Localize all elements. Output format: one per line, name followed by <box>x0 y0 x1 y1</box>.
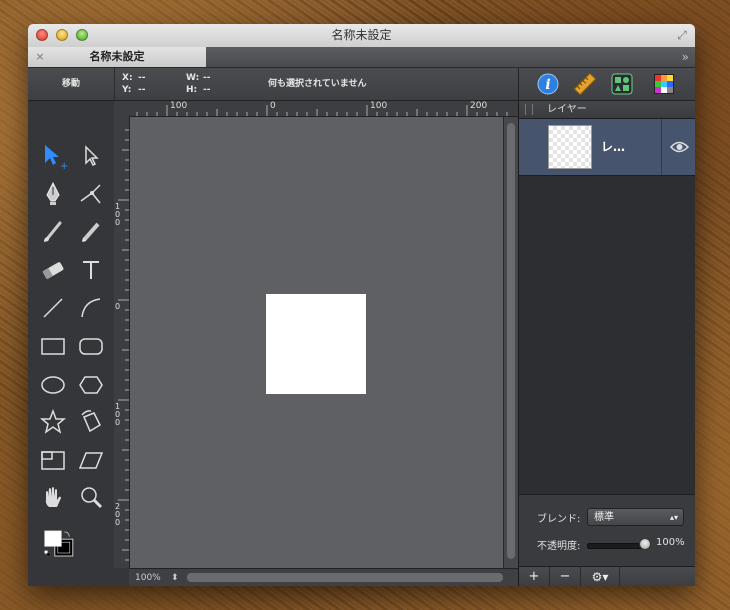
vertical-scroll-thumb[interactable] <box>507 123 515 559</box>
pencil-tool-icon[interactable] <box>76 217 106 247</box>
horizontal-ruler: 100 0 100 200 <box>129 101 518 117</box>
parallelogram-tool-icon[interactable] <box>76 445 106 475</box>
ellipse-tool-icon[interactable] <box>38 369 68 399</box>
info-bar: 移動 X: -- Y: -- W: -- H: -- 何も選択されていません <box>28 68 518 101</box>
x-value: -- <box>138 73 146 83</box>
document-tab[interactable]: × 名称未設定 <box>28 47 206 67</box>
zoom-stepper-icon[interactable]: ⬍ <box>171 569 179 586</box>
fullscreen-icon[interactable]: ⤢ <box>675 28 689 42</box>
layer-name: レ… <box>601 140 626 154</box>
app-window: 名称未設定 ⤢ × 名称未設定 » 移動 X: -- Y: -- W: -- H… <box>28 24 695 586</box>
transform-tool-icon[interactable] <box>76 407 106 437</box>
ruler-label: 100 <box>370 101 388 111</box>
color-palette-icon[interactable] <box>653 73 675 95</box>
blend-label: ブレンド: <box>537 514 581 525</box>
tab-bar: × 名称未設定 » <box>28 47 695 68</box>
star-tool-icon[interactable] <box>38 407 68 437</box>
ruler-label: 100 <box>170 101 188 111</box>
opacity-value: 100% <box>656 537 685 548</box>
direct-select-tool-icon[interactable] <box>76 141 106 171</box>
fill-stroke-swatch[interactable] <box>44 529 94 575</box>
group-tool-icon[interactable] <box>38 445 68 475</box>
panel-grip-icon[interactable] <box>525 104 533 115</box>
w-label: W: <box>186 73 200 83</box>
rounded-rectangle-tool-icon[interactable] <box>76 331 106 361</box>
shapes-library-icon[interactable] <box>611 73 633 95</box>
h-label: H: <box>186 85 198 95</box>
ruler-corner <box>114 101 129 116</box>
ruler-icon[interactable] <box>573 72 597 96</box>
vector-point-tool-icon[interactable] <box>76 179 106 209</box>
polygon-tool-icon[interactable] <box>76 369 106 399</box>
blend-mode-value: 標準 <box>594 512 614 523</box>
ruler-label: 0 <box>115 302 121 311</box>
brush-tool-icon[interactable] <box>38 217 68 247</box>
tab-label: 名称未設定 <box>89 50 145 63</box>
ruler-label: 200 <box>470 101 488 111</box>
opacity-label: 不透明度: <box>537 541 581 552</box>
tab-close-icon[interactable]: × <box>34 47 46 67</box>
minimize-window-button[interactable] <box>56 29 68 41</box>
ruler-label: 100 <box>115 402 121 427</box>
h-value: -- <box>203 85 211 95</box>
w-value: -- <box>203 73 211 83</box>
horizontal-scrollbar[interactable] <box>187 573 503 582</box>
visibility-eye-icon[interactable] <box>661 119 695 175</box>
pen-tool-icon[interactable] <box>38 179 68 209</box>
current-tool-name: 移動 <box>28 68 115 100</box>
layers-panel-header: レイヤー <box>519 101 695 119</box>
zoom-window-button[interactable] <box>76 29 88 41</box>
canvas-bottom-bar: 100% ⬍ <box>129 568 518 586</box>
text-tool-icon[interactable] <box>76 255 106 285</box>
close-window-button[interactable] <box>36 29 48 41</box>
artboard[interactable] <box>266 294 366 394</box>
ruler-label: 0 <box>270 101 276 111</box>
vertical-scrollbar[interactable] <box>503 117 519 568</box>
info-icon[interactable]: i <box>537 73 559 95</box>
y-label: Y: <box>122 85 132 95</box>
selection-status: 何も選択されていません <box>268 79 367 89</box>
x-label: X: <box>122 73 133 83</box>
opacity-slider-track[interactable] <box>587 543 647 549</box>
add-layer-button[interactable]: + <box>519 567 550 586</box>
layers-panel: レイヤー レ… ブレンド: 標準 ▴▾ 不透明度: 100% + − ⚙▾ <box>518 101 695 586</box>
inspector-toolbar: i <box>518 68 695 101</box>
canvas[interactable] <box>130 117 503 568</box>
svg-text:+: + <box>60 161 68 171</box>
ruler-label: 200 <box>115 502 121 527</box>
layer-properties: ブレンド: 標準 ▴▾ 不透明度: 100% <box>519 494 695 567</box>
opacity-slider-knob[interactable] <box>639 538 651 550</box>
hand-tool-icon[interactable] <box>38 483 68 513</box>
ruler-label: 100 <box>115 202 121 227</box>
select-arrows-icon: ▴▾ <box>669 513 678 522</box>
zoom-control[interactable]: 100% ⬍ <box>135 569 185 586</box>
y-value: -- <box>138 85 146 95</box>
layer-row[interactable]: レ… <box>519 119 695 176</box>
layers-panel-footer: + − ⚙▾ <box>519 566 695 586</box>
layers-panel-title: レイヤー <box>547 104 587 115</box>
blend-mode-select[interactable]: 標準 ▴▾ <box>587 508 684 526</box>
vertical-ruler-ticks <box>118 129 129 561</box>
line-tool-icon[interactable] <box>38 293 68 323</box>
layer-settings-gear-icon[interactable]: ⚙▾ <box>581 567 620 586</box>
vertical-ruler: 100 0 100 200 <box>114 116 130 568</box>
layer-thumbnail <box>548 125 592 169</box>
horizontal-ruler-ticks <box>136 105 508 116</box>
window-title: 名称未設定 <box>331 28 392 42</box>
remove-layer-button[interactable]: − <box>550 567 581 586</box>
move-tool-icon[interactable]: + <box>38 141 68 172</box>
arc-tool-icon[interactable] <box>76 293 106 323</box>
title-bar: 名称未設定 ⤢ <box>28 24 695 48</box>
rectangle-tool-icon[interactable] <box>38 331 68 361</box>
tab-overflow-icon[interactable]: » <box>682 47 689 67</box>
svg-text:i: i <box>545 77 550 93</box>
eraser-tool-icon[interactable] <box>38 255 68 285</box>
zoom-tool-icon[interactable] <box>76 483 106 513</box>
zoom-level: 100% <box>135 573 161 583</box>
